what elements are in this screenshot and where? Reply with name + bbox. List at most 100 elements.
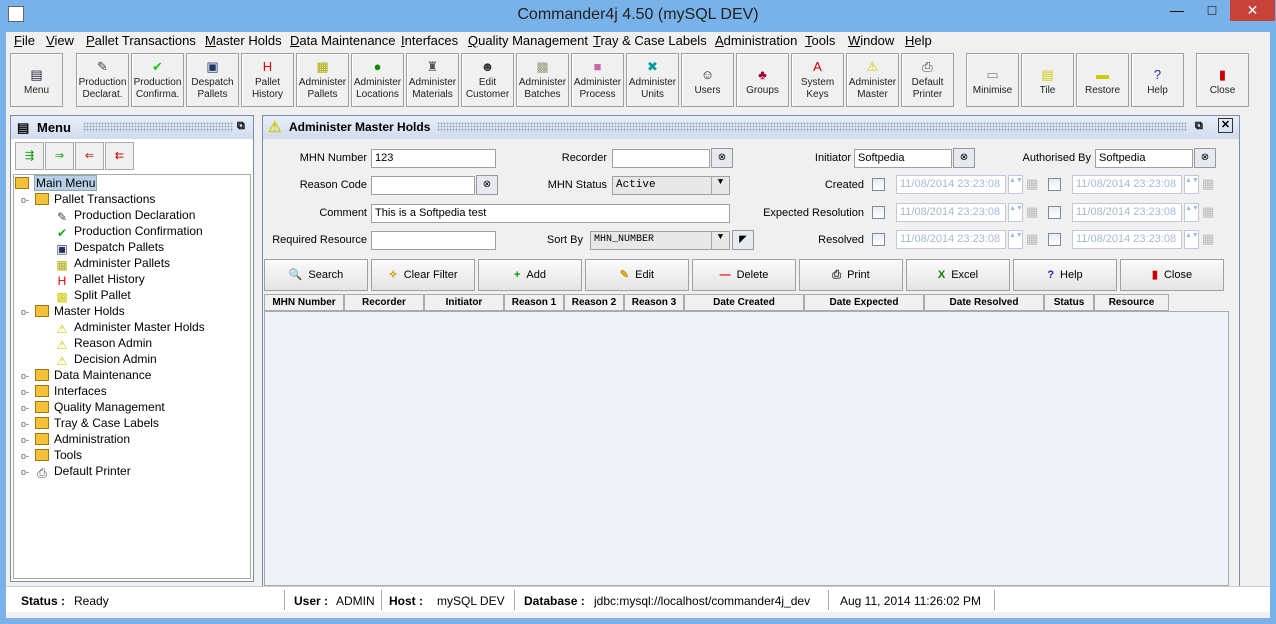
tree-node[interactable]: ✔ Production Confirmation [55, 224, 203, 240]
resolved-date-to[interactable]: 11/08/2014 23:23:08 [1072, 230, 1182, 249]
created-date-from[interactable]: 11/08/2014 23:23:08 [896, 175, 1006, 194]
toolbar-button-restore[interactable]: ▬ Restore [1076, 53, 1129, 107]
created-date-to[interactable]: 11/08/2014 23:23:08 [1072, 175, 1182, 194]
tree-toggle-icon[interactable]: o- [21, 371, 29, 381]
expected-checkbox-from[interactable] [872, 206, 885, 219]
toolbar-button-master[interactable]: ⚠ Administer Master [846, 53, 899, 107]
menu-view[interactable]: View [46, 33, 74, 48]
maximize-button[interactable]: □ [1195, 0, 1229, 21]
toolbar-button-close[interactable]: ▮ Close [1196, 53, 1249, 107]
resolved-date-spinner[interactable]: ▲▼ [1008, 230, 1023, 249]
window-close-button[interactable]: ✕ [1230, 0, 1275, 21]
initiator-input[interactable]: Softpedia [854, 149, 952, 168]
tree-toggle-icon[interactable]: o- [21, 451, 29, 461]
drag-handle[interactable] [437, 122, 1187, 132]
chevron-down-icon[interactable]: ▼ [711, 232, 729, 249]
toolbar-button-keys[interactable]: A System Keys [791, 53, 844, 107]
calendar-icon[interactable]: ▦ [1202, 231, 1214, 247]
column-header-date-expected[interactable]: Date Expected [804, 294, 924, 311]
column-header-resource[interactable]: Resource [1094, 294, 1169, 311]
tree-node[interactable]: Quality Management [35, 400, 165, 416]
toolbar-button-history[interactable]: H Pallet History [241, 53, 294, 107]
tree-node[interactable]: Master Holds [35, 304, 125, 320]
action-edit-button[interactable]: ✎ Edit [585, 259, 689, 291]
expected-date-from[interactable]: 11/08/2014 23:23:08 [896, 203, 1006, 222]
expand-all-button[interactable]: ⇶ [15, 142, 44, 170]
menu-file[interactable]: File [14, 33, 35, 48]
resolved-date-spinner[interactable]: ▲▼ [1184, 230, 1199, 249]
menu-tray-case-labels[interactable]: Tray & Case Labels [593, 33, 707, 48]
toolbar-button-help[interactable]: ? Help [1131, 53, 1184, 107]
toolbar-button-units[interactable]: ✖ Administer Units [626, 53, 679, 107]
tree-node[interactable]: ▦ Administer Pallets [55, 256, 170, 272]
tree-node[interactable]: ⚠ Reason Admin [55, 336, 152, 352]
toolbar-button-locations[interactable]: ● Administer Locations [351, 53, 404, 107]
tree-toggle-icon[interactable]: o- [21, 435, 29, 445]
resolved-checkbox-from[interactable] [872, 233, 885, 246]
recorder-input[interactable] [612, 149, 710, 168]
action-print-button[interactable]: ⎙ Print [799, 259, 903, 291]
column-header-mhn-number[interactable]: MHN Number [264, 294, 344, 311]
expected-date-spinner[interactable]: ▲▼ [1008, 203, 1023, 222]
menu-quality-management[interactable]: Quality Management [468, 33, 588, 48]
tree-node[interactable]: ▣ Despatch Pallets [55, 240, 164, 256]
toolbar-button-users[interactable]: ☺ Users [681, 53, 734, 107]
chevron-down-icon[interactable]: ▼ [711, 177, 729, 194]
created-checkbox-to[interactable] [1048, 178, 1061, 191]
toolbar-button-batches[interactable]: ▩ Administer Batches [516, 53, 569, 107]
action-add-button[interactable]: + Add [478, 259, 582, 291]
calendar-icon[interactable]: ▦ [1026, 176, 1038, 192]
tree-node[interactable]: Main Menu [15, 175, 98, 192]
toolbar-button-pallets[interactable]: ▦ Administer Pallets [296, 53, 349, 107]
action-excel-button[interactable]: X Excel [906, 259, 1010, 291]
column-header-reason-3[interactable]: Reason 3 [624, 294, 684, 311]
menu-help[interactable]: Help [905, 33, 932, 48]
reason-code-input[interactable] [371, 176, 475, 195]
tree-node[interactable]: ⎙ Default Printer [35, 464, 131, 480]
toolbar-button-confirma-[interactable]: ✔ Production Confirma. [131, 53, 184, 107]
required-resource-input[interactable] [371, 231, 496, 250]
menu-interfaces[interactable]: Interfaces [401, 33, 458, 48]
column-header-reason-2[interactable]: Reason 2 [564, 294, 624, 311]
toolbar-button-process[interactable]: ■ Administer Process [571, 53, 624, 107]
reason-lookup-icon[interactable]: ⊗ [476, 175, 498, 195]
expected-checkbox-to[interactable] [1048, 206, 1061, 219]
tree-node[interactable]: Pallet Transactions [35, 192, 155, 208]
created-checkbox-from[interactable] [872, 178, 885, 191]
menu-master-holds[interactable]: Master Holds [205, 33, 282, 48]
toolbar-button-pallets[interactable]: ▣ Despatch Pallets [186, 53, 239, 107]
drag-handle[interactable] [83, 122, 233, 132]
expected-date-spinner[interactable]: ▲▼ [1184, 203, 1199, 222]
tree-node[interactable]: Administration [35, 432, 130, 448]
calendar-icon[interactable]: ▦ [1026, 231, 1038, 247]
toolbar-button-printer[interactable]: ⎙ Default Printer [901, 53, 954, 107]
tree-node[interactable]: H Pallet History [55, 272, 145, 288]
tree-node[interactable]: ⚠ Decision Admin [55, 352, 157, 368]
column-header-status[interactable]: Status [1044, 294, 1094, 311]
mhn-number-input[interactable]: 123 [371, 149, 496, 168]
comment-input[interactable]: This is a Softpedia test [371, 204, 730, 223]
resolved-checkbox-to[interactable] [1048, 233, 1061, 246]
restore-panel-icon[interactable]: ⧉ [1195, 120, 1203, 133]
column-header-date-created[interactable]: Date Created [684, 294, 804, 311]
tree-node[interactable]: Interfaces [35, 384, 107, 400]
calendar-icon[interactable]: ▦ [1026, 204, 1038, 220]
toolbar-button-minimise[interactable]: ▭ Minimise [966, 53, 1019, 107]
action-search-button[interactable]: 🔍 Search [264, 259, 368, 291]
menu-pallet-transactions[interactable]: Pallet Transactions [86, 33, 196, 48]
panel-close-icon[interactable]: ✕ [1218, 118, 1233, 133]
mhn-status-select[interactable]: Active ▼ [612, 176, 730, 195]
calendar-icon[interactable]: ▦ [1202, 204, 1214, 220]
expected-date-to[interactable]: 11/08/2014 23:23:08 [1072, 203, 1182, 222]
authorised-by-input[interactable]: Softpedia [1095, 149, 1193, 168]
action-close-button[interactable]: ▮ Close [1120, 259, 1224, 291]
menu-tools[interactable]: Tools [805, 33, 835, 48]
column-header-recorder[interactable]: Recorder [344, 294, 424, 311]
resolved-date-from[interactable]: 11/08/2014 23:23:08 [896, 230, 1006, 249]
calendar-icon[interactable]: ▦ [1202, 176, 1214, 192]
recorder-lookup-icon[interactable]: ⊗ [711, 148, 733, 168]
tree-node[interactable]: ⚠ Administer Master Holds [55, 320, 205, 336]
tree-toggle-icon[interactable]: o- [21, 307, 29, 317]
tree-node[interactable]: ✎ Production Declaration [55, 208, 195, 224]
tree-toggle-icon[interactable]: o- [21, 195, 29, 205]
